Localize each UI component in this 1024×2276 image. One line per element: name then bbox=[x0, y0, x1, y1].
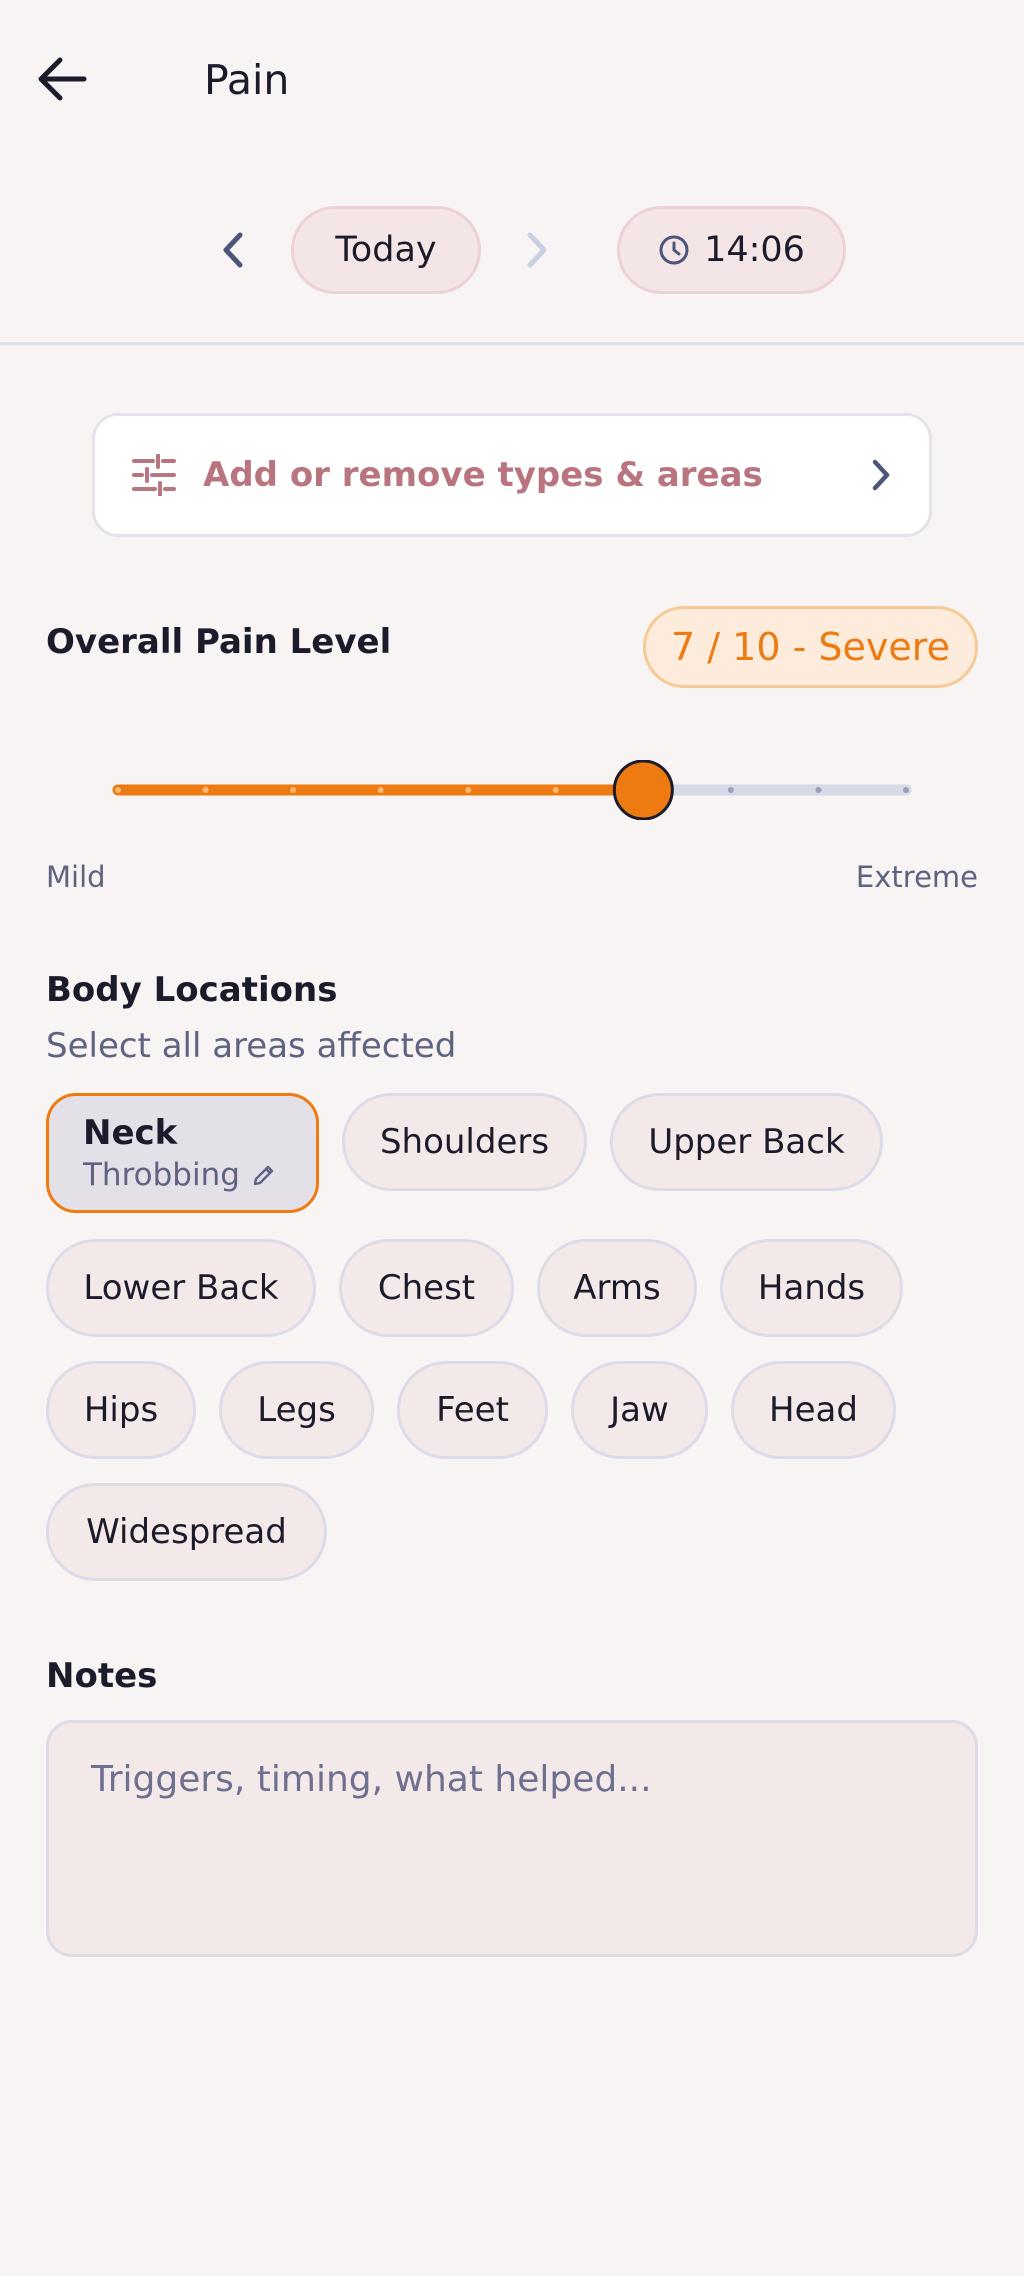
pain-level-title: Overall Pain Level bbox=[46, 622, 392, 662]
header-divider bbox=[0, 342, 1024, 345]
slider-tick bbox=[727, 787, 734, 793]
location-chip[interactable]: Chest bbox=[339, 1239, 514, 1337]
slider-tick bbox=[552, 787, 559, 793]
pain-type-label: Throbbing bbox=[83, 1157, 240, 1193]
body-locations-subtitle: Select all areas affected bbox=[46, 1026, 457, 1066]
chip-detail: Throbbing bbox=[83, 1157, 276, 1193]
scale-max-label: Extreme bbox=[855, 860, 978, 894]
slider-tick bbox=[290, 787, 297, 793]
location-chip[interactable]: Hands bbox=[720, 1239, 903, 1337]
location-chip[interactable]: Jaw bbox=[571, 1361, 708, 1459]
slider-tick bbox=[903, 787, 909, 793]
location-chip[interactable]: Widespread bbox=[46, 1483, 327, 1581]
location-chip[interactable]: Shoulders bbox=[342, 1093, 587, 1191]
chevron-left-icon bbox=[223, 232, 243, 268]
body-locations-title: Body Locations bbox=[46, 970, 338, 1010]
previous-day-button[interactable] bbox=[208, 220, 258, 280]
location-chip[interactable]: Feet bbox=[397, 1361, 548, 1459]
add-remove-types-button[interactable]: Add or remove types & areas bbox=[92, 413, 932, 537]
time-selector[interactable]: 14:06 bbox=[617, 206, 846, 294]
location-chip[interactable]: Arms bbox=[537, 1239, 697, 1337]
location-chip[interactable]: Head bbox=[731, 1361, 896, 1459]
location-chip[interactable]: Hips bbox=[46, 1361, 196, 1459]
pencil-icon[interactable] bbox=[252, 1163, 276, 1187]
chevron-right-icon bbox=[872, 459, 890, 491]
add-remove-types-label: Add or remove types & areas bbox=[203, 455, 763, 495]
slider-tick bbox=[465, 787, 472, 793]
notes-input[interactable] bbox=[46, 1720, 978, 1957]
time-label: 14:06 bbox=[704, 230, 805, 270]
next-day-button[interactable] bbox=[512, 220, 562, 280]
pain-level-badge: 7 / 10 - Severe bbox=[643, 606, 978, 688]
page-title: Pain bbox=[204, 56, 290, 104]
slider-thumb[interactable] bbox=[612, 760, 674, 820]
chip-label: Neck bbox=[83, 1113, 178, 1153]
slider-tick bbox=[115, 787, 121, 793]
slider-tick bbox=[202, 787, 209, 793]
chevron-right-icon bbox=[527, 232, 547, 268]
location-chip-neck[interactable]: Neck Throbbing bbox=[46, 1093, 319, 1213]
sliders-icon bbox=[132, 454, 176, 496]
slider-tick bbox=[377, 787, 384, 793]
arrow-left-icon bbox=[38, 57, 87, 101]
pain-level-slider[interactable] bbox=[112, 760, 912, 820]
back-button[interactable] bbox=[36, 42, 124, 116]
location-chip[interactable]: Legs bbox=[219, 1361, 374, 1459]
clock-icon bbox=[659, 235, 689, 265]
location-chip[interactable]: Lower Back bbox=[46, 1239, 316, 1337]
date-selector[interactable]: Today bbox=[291, 206, 481, 294]
scale-min-label: Mild bbox=[46, 860, 106, 894]
notes-title: Notes bbox=[46, 1656, 158, 1696]
location-chip[interactable]: Upper Back bbox=[610, 1093, 883, 1191]
date-label: Today bbox=[335, 230, 437, 270]
slider-tick bbox=[815, 787, 822, 793]
